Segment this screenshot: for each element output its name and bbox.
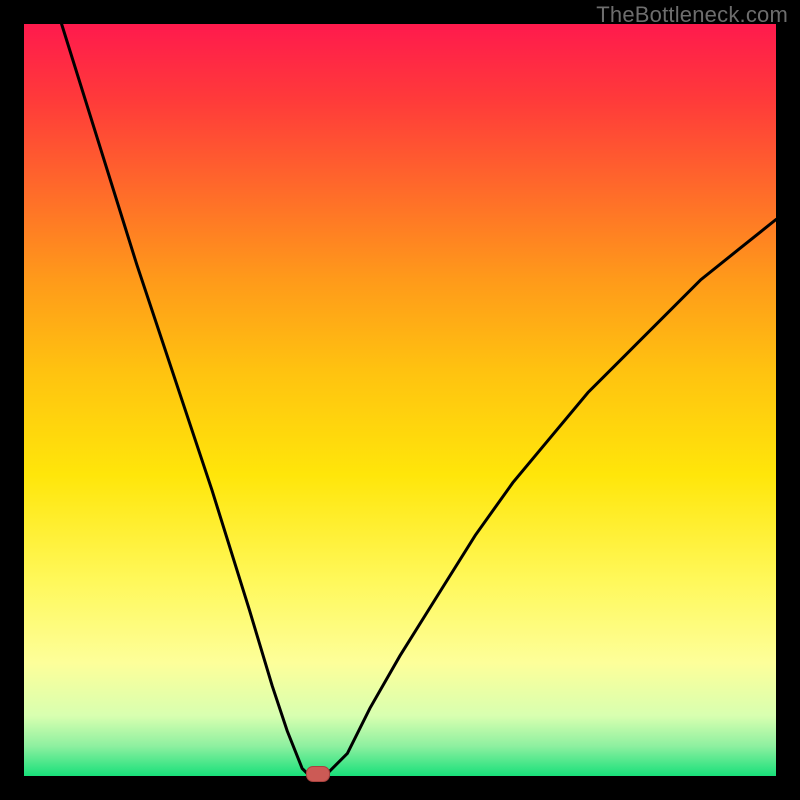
optimum-marker xyxy=(306,766,330,782)
curve-svg xyxy=(24,24,776,776)
chart-frame: TheBottleneck.com xyxy=(0,0,800,800)
bottleneck-curve-path xyxy=(62,24,776,776)
plot-area xyxy=(24,24,776,776)
